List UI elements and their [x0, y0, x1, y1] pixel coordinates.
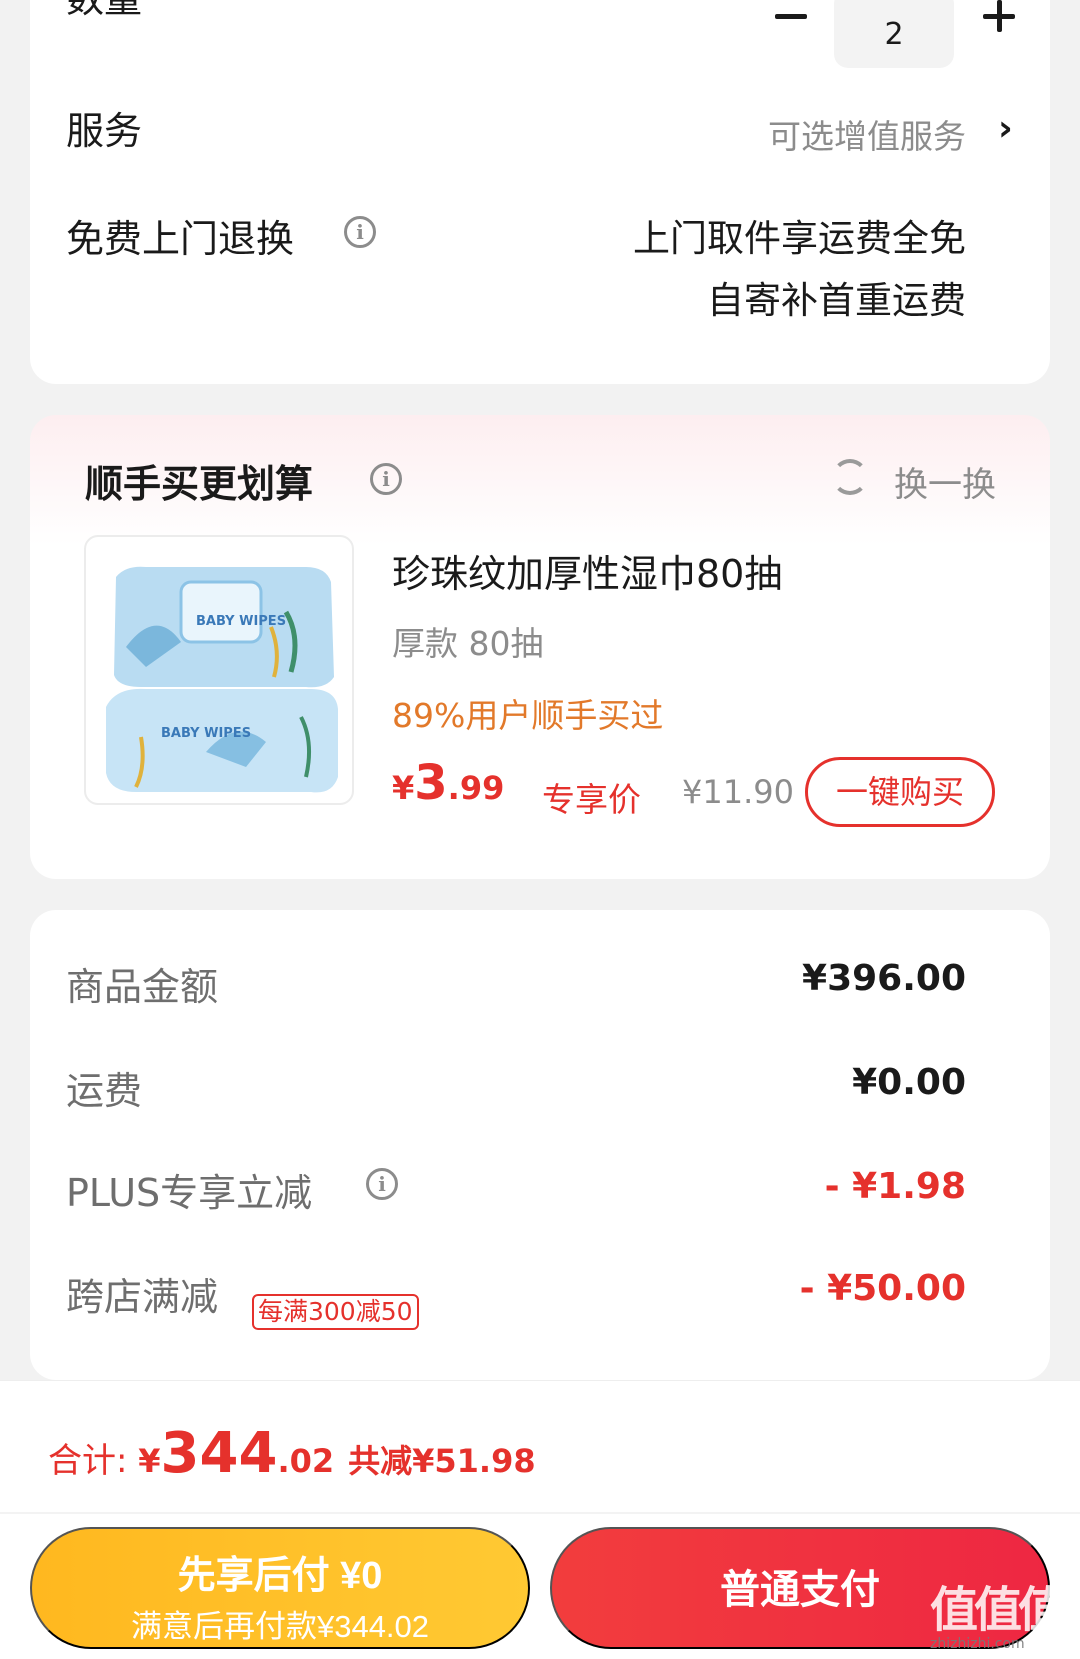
shipping-label: 运费 [66, 1069, 143, 1113]
refresh-icon[interactable] [832, 459, 868, 495]
quantity-stepper: 2 [30, 0, 1050, 68]
product-popularity: 89%用户顺手买过 [392, 696, 664, 735]
plus-discount-value: - ¥1.98 [824, 1166, 966, 1207]
quantity-input[interactable]: 2 [834, 0, 954, 68]
product-price: ¥3.99 [392, 755, 504, 811]
plus-discount-label: PLUS专享立减 [66, 1171, 313, 1215]
swap-button[interactable]: 换一换 [894, 457, 996, 506]
chevron-right-icon[interactable]: › [998, 108, 1013, 149]
goods-amount-label: 商品金额 [66, 965, 219, 1009]
total-savings: 共减¥51.98 [348, 1442, 536, 1480]
image-label: BABY WIPES [161, 726, 251, 741]
watermark-logo: 值值值 [930, 1582, 1066, 1638]
goods-amount-value: ¥396.00 [802, 958, 966, 999]
one-click-buy-button[interactable]: 一键购买 [805, 757, 995, 827]
price-currency: ¥ [392, 769, 415, 807]
service-label: 服务 [66, 109, 143, 153]
info-icon[interactable]: i [366, 1168, 398, 1200]
total-integer: 344 [160, 1421, 278, 1486]
cross-store-discount-label: 跨店满减 [66, 1275, 219, 1319]
baby-wipes-image: BABY WIPES BABY WIPES [106, 566, 338, 793]
return-policy-line1: 上门取件享运费全免 [633, 217, 966, 260]
quantity-minus-button[interactable] [775, 14, 807, 19]
watermark-url: zhizhizhi.com [930, 1636, 1025, 1652]
addon-recommendation-card: 顺手买更划算 i 换一换 BABY WIPES BABY WIPES 珍珠纹加厚… [30, 415, 1050, 879]
pay-later-button[interactable]: 先享后付 ¥0 满意后再付款¥344.02 [30, 1527, 530, 1649]
total-label: 合计: [48, 1441, 139, 1481]
discount-rule-badge: 每满300减50 [252, 1294, 419, 1330]
product-spec: 厚款 80抽 [392, 624, 544, 663]
exclusive-price-label: 专享价 [542, 780, 641, 819]
price-integer: 3 [414, 755, 448, 811]
free-return-label: 免费上门退换 [66, 217, 295, 261]
quantity-plus-button[interactable] [983, 0, 1015, 32]
original-price: ¥11.90 [682, 773, 794, 811]
info-icon[interactable]: i [344, 216, 376, 248]
order-total: 合计: ¥344.02 共减¥51.98 [48, 1421, 536, 1486]
info-icon[interactable]: i [370, 463, 402, 495]
pay-later-title: 先享后付 ¥0 [177, 1555, 383, 1597]
amount-summary-card: 商品金额 ¥396.00 运费 ¥0.00 PLUS专享立减 i - ¥1.98… [30, 910, 1050, 1380]
image-label: BABY WIPES [196, 614, 286, 629]
cross-store-discount-value: - ¥50.00 [799, 1268, 966, 1309]
return-policy-line2: 自寄补首重运费 [707, 279, 966, 322]
divider [0, 1512, 1080, 1514]
shipping-value: ¥0.00 [852, 1062, 966, 1103]
total-currency: ¥ [138, 1442, 161, 1480]
pay-later-subtitle: 满意后再付款¥344.02 [130, 1609, 430, 1644]
product-image[interactable]: BABY WIPES BABY WIPES [84, 535, 354, 805]
addon-title: 顺手买更划算 [85, 462, 314, 506]
order-options-card: 数量 2 服务 可选增值服务 › 免费上门退换 i 上门取件享运费全免 自寄补首… [30, 0, 1050, 384]
price-decimal: .99 [447, 769, 505, 807]
service-value[interactable]: 可选增值服务 [768, 110, 966, 158]
product-name[interactable]: 珍珠纹加厚性湿巾80抽 [392, 543, 782, 598]
total-decimal: .02 [277, 1442, 335, 1480]
checkout-footer: 合计: ¥344.02 共减¥51.98 先享后付 ¥0 满意后再付款¥344.0… [0, 1380, 1080, 1659]
